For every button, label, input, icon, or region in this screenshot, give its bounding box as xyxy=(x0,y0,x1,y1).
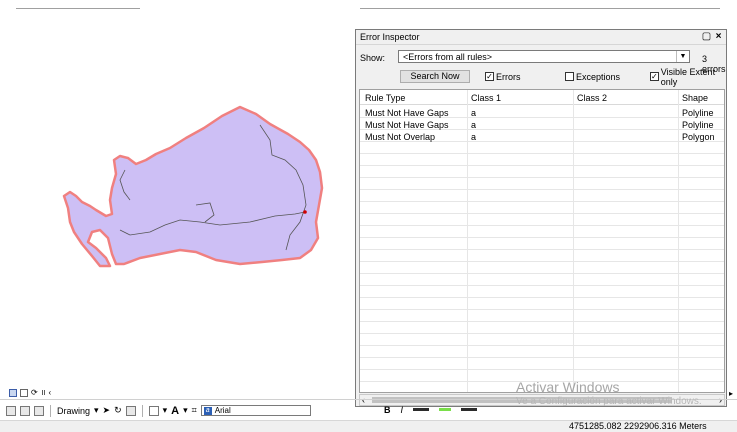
table-cell[interactable]: a xyxy=(471,108,476,118)
rectangle-icon[interactable] xyxy=(148,405,159,416)
status-bar: 4751285.082 2292906.316 Meters xyxy=(0,420,737,432)
topology-polygon xyxy=(62,105,324,268)
scroll-left-icon[interactable]: ‹ xyxy=(362,395,365,405)
row-divider xyxy=(360,249,724,250)
checkbox-checked-icon[interactable]: ✓ xyxy=(650,72,659,81)
row-divider xyxy=(360,189,724,190)
table-cell[interactable]: a xyxy=(471,120,476,130)
bold-icon[interactable]: B xyxy=(384,405,391,415)
column-header-class-2[interactable]: Class 2 xyxy=(577,93,607,103)
errors-checkbox[interactable]: ✓ Errors xyxy=(485,71,521,82)
error-inspector-titlebar[interactable]: Error Inspector ▢ × xyxy=(356,30,726,45)
row-divider xyxy=(360,201,724,202)
row-divider xyxy=(360,333,724,334)
row-divider xyxy=(360,237,724,238)
table-cell[interactable]: Polyline xyxy=(682,108,714,118)
column-divider xyxy=(573,90,574,392)
rules-filter-select[interactable]: <Errors from all rules> ▼ xyxy=(398,50,690,63)
row-divider xyxy=(360,357,724,358)
exceptions-checkbox-label: Exceptions xyxy=(576,71,621,82)
print-icon[interactable] xyxy=(34,405,44,416)
table-header: Rule Type Class 1 Class 2 Shape xyxy=(360,90,724,105)
column-header-rule-type[interactable]: Rule Type xyxy=(365,93,405,103)
font-icon: a xyxy=(203,406,212,415)
select-elements-icon[interactable] xyxy=(6,405,16,416)
column-header-class-1[interactable]: Class 1 xyxy=(471,93,501,103)
error-point xyxy=(303,210,307,214)
coordinates-readout: 4751285.082 2292906.316 Meters xyxy=(569,421,707,431)
table-cell[interactable]: Must Not Overlap xyxy=(365,132,435,142)
view-toolbar: ⟳ ॥ ‹ xyxy=(9,387,51,398)
text-tool-icon[interactable]: A xyxy=(171,405,179,417)
error-inspector-title: Error Inspector xyxy=(360,32,420,42)
checkbox-checked-icon[interactable]: ✓ xyxy=(485,72,494,81)
activation-watermark-subtitle: Ve a Configuración para activar Windows. xyxy=(516,396,702,407)
row-divider xyxy=(360,165,724,166)
font-select[interactable]: a Arial xyxy=(200,405,311,416)
scroll-right-icon[interactable]: › xyxy=(719,395,722,405)
expand-right-icon[interactable]: ▸ xyxy=(729,389,733,398)
error-inspector-window[interactable]: Error Inspector ▢ × Show: <Errors from a… xyxy=(355,29,727,407)
column-divider xyxy=(467,90,468,392)
rotate-icon[interactable]: ↻ xyxy=(114,405,122,416)
data-view-icon[interactable] xyxy=(9,388,17,397)
table-cell[interactable]: Polygon xyxy=(682,132,715,142)
exceptions-checkbox[interactable]: Exceptions xyxy=(565,71,620,82)
graphics-icon[interactable] xyxy=(125,405,136,416)
visible-extent-checkbox[interactable]: ✓ Visible Extent only xyxy=(650,67,726,87)
toolbar-separator xyxy=(141,404,143,417)
table-cell[interactable]: Polyline xyxy=(682,120,714,130)
pointer-icon[interactable]: ➤ xyxy=(103,405,111,416)
pause-icon[interactable]: ॥ xyxy=(41,387,46,398)
row-divider xyxy=(360,321,724,322)
row-divider xyxy=(360,369,724,370)
identify-icon[interactable] xyxy=(20,405,30,416)
formatting-toolbar: B I xyxy=(384,404,478,415)
restore-icon[interactable]: ▢ xyxy=(701,31,712,42)
row-divider xyxy=(360,273,724,274)
errors-table[interactable]: Rule Type Class 1 Class 2 Shape Must Not… xyxy=(359,89,725,393)
row-divider xyxy=(360,297,724,298)
activation-watermark-title: Activar Windows xyxy=(516,379,620,395)
rules-filter-value: <Errors from all rules> xyxy=(403,52,493,62)
drawing-toolbar: Drawing ▾ ➤ ↻ ▾ A ▾ ⌗ a Arial xyxy=(6,402,311,419)
row-divider xyxy=(360,285,724,286)
drawing-menu[interactable]: Drawing xyxy=(57,406,90,416)
font-name: Arial xyxy=(214,406,231,415)
chevron-down-icon[interactable]: ▾ xyxy=(183,405,188,416)
row-divider xyxy=(360,213,724,214)
table-cell[interactable]: Must Not Have Gaps xyxy=(365,108,449,118)
fill-color-icon[interactable] xyxy=(439,408,452,411)
search-now-button[interactable]: Search Now xyxy=(400,70,470,83)
chevron-down-icon[interactable]: ▾ xyxy=(94,405,99,416)
chevron-left-icon[interactable]: ‹ xyxy=(49,388,52,397)
row-divider xyxy=(360,177,724,178)
row-divider xyxy=(360,225,724,226)
toolbar-separator xyxy=(50,404,51,417)
row-divider xyxy=(360,309,724,310)
checkbox-unchecked-icon[interactable] xyxy=(565,72,574,81)
errors-checkbox-label: Errors xyxy=(496,71,521,82)
show-label: Show: xyxy=(360,53,386,63)
row-divider xyxy=(360,153,724,154)
column-divider xyxy=(678,90,679,392)
table-cell[interactable]: Must Not Have Gaps xyxy=(365,120,449,130)
refresh-icon[interactable]: ⟳ xyxy=(31,388,38,397)
table-cell[interactable]: a xyxy=(471,132,476,142)
layout-view-icon[interactable] xyxy=(20,388,28,397)
row-divider xyxy=(360,345,724,346)
edit-vertices-icon[interactable]: ⌗ xyxy=(192,405,197,416)
chevron-down-icon[interactable]: ▼ xyxy=(676,51,689,62)
close-icon[interactable]: × xyxy=(713,31,724,42)
line-color-icon[interactable] xyxy=(413,408,430,411)
italic-icon[interactable]: I xyxy=(401,405,404,415)
line-style-icon[interactable] xyxy=(461,408,478,411)
column-header-shape[interactable]: Shape xyxy=(682,93,708,103)
chevron-down-icon[interactable]: ▾ xyxy=(163,405,168,416)
visible-extent-checkbox-label: Visible Extent only xyxy=(660,66,716,87)
row-divider xyxy=(360,261,724,262)
